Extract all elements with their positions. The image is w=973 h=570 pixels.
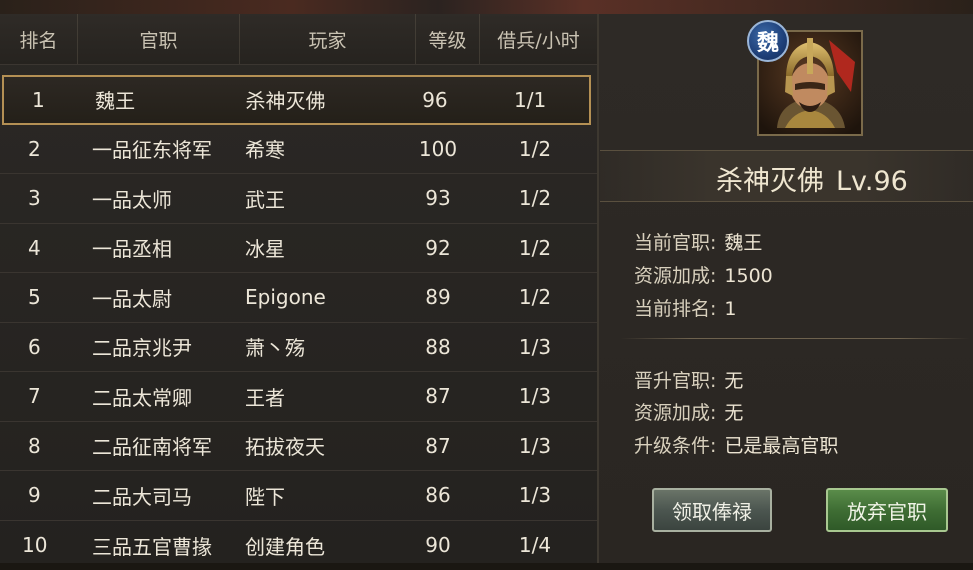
row-borrow: 1/3 <box>475 422 595 471</box>
row-borrow: 1/2 <box>475 273 595 322</box>
row-title: 一品丞相 <box>78 224 231 273</box>
row-title: 魏王 <box>81 77 231 123</box>
player-name: 杀神灭佛 <box>716 166 824 197</box>
row-level: 89 <box>401 273 475 322</box>
row-level: 92 <box>401 224 475 273</box>
row-level: 87 <box>401 372 475 421</box>
row-player: 杀神灭佛 <box>232 77 399 123</box>
row-level: 86 <box>401 471 475 520</box>
row-player: Epigone <box>231 273 401 322</box>
row-borrow: 1/2 <box>475 224 595 273</box>
row-borrow: 1/3 <box>475 323 595 372</box>
row-level: 96 <box>399 77 472 123</box>
row-player: 王者 <box>231 372 401 421</box>
table-row[interactable]: 2 一品征东将军 希寒 100 1/2 <box>0 125 597 175</box>
resource-bonus-value: 1500 <box>724 265 772 287</box>
row-level: 88 <box>401 323 475 372</box>
table-row[interactable]: 7 二品太常卿 王者 87 1/3 <box>0 372 597 422</box>
table-row[interactable]: 5 一品太尉 Epigone 89 1/2 <box>0 273 597 323</box>
row-title: 二品征南将军 <box>78 422 231 471</box>
row-title: 二品太常卿 <box>78 372 231 421</box>
promote-title-label: 晋升官职: <box>634 370 716 392</box>
header-title: 官职 <box>78 14 240 64</box>
upgrade-cond-label: 升级条件: <box>634 435 716 457</box>
row-rank: 7 <box>0 372 78 421</box>
current-rank-label: 当前排名: <box>634 298 716 320</box>
row-rank: 3 <box>0 174 78 223</box>
row-rank: 9 <box>0 471 78 520</box>
row-borrow: 1/2 <box>475 174 595 223</box>
promote-bonus-value: 无 <box>724 402 743 424</box>
promote-title-value: 无 <box>724 370 743 392</box>
player-name-level: 杀神灭佛 Lv.96 <box>716 159 908 198</box>
row-player: 拓拔夜天 <box>231 422 401 471</box>
info-divider <box>620 338 970 339</box>
table-row[interactable]: 4 一品丞相 冰星 92 1/2 <box>0 224 597 274</box>
kingdom-badge: 魏 <box>747 20 789 62</box>
table-header: 排名 官职 玩家 等级 借兵/小时 <box>0 14 597 65</box>
table-row[interactable]: 3 一品太师 武王 93 1/2 <box>0 174 597 224</box>
row-title: 一品太师 <box>78 174 231 223</box>
row-title: 二品京兆尹 <box>78 323 231 372</box>
resource-bonus-label: 资源加成: <box>634 265 716 287</box>
row-borrow: 1/3 <box>475 471 595 520</box>
row-borrow: 1/2 <box>475 125 595 174</box>
table-row[interactable]: 6 二品京兆尹 萧丶殇 88 1/3 <box>0 323 597 373</box>
upgrade-cond-value: 已是最高官职 <box>724 435 838 457</box>
player-level: Lv.96 <box>836 166 908 197</box>
row-title: 一品征东将军 <box>78 125 231 174</box>
header-level: 等级 <box>416 14 480 64</box>
row-level: 100 <box>401 125 475 174</box>
row-player: 武王 <box>231 174 401 223</box>
row-title: 二品大司马 <box>78 471 231 520</box>
table-row[interactable]: 8 二品征南将军 拓拔夜天 87 1/3 <box>0 422 597 472</box>
row-player: 萧丶殇 <box>231 323 401 372</box>
row-level: 87 <box>401 422 475 471</box>
collect-salary-button[interactable]: 领取俸禄 <box>652 488 772 532</box>
abandon-title-button[interactable]: 放弃官职 <box>826 488 948 532</box>
resource-bonus-line: 资源加成: 1500 <box>634 261 773 288</box>
row-rank: 4 <box>0 224 78 273</box>
row-player: 冰星 <box>231 224 401 273</box>
row-title: 一品太尉 <box>78 273 231 322</box>
ranking-list: 1 魏王 杀神灭佛 96 1/1 2 一品征东将军 希寒 100 1/2 3 一… <box>0 75 597 570</box>
upgrade-cond-line: 升级条件: 已是最高官职 <box>634 431 838 458</box>
row-rank: 2 <box>0 125 78 174</box>
current-title-label: 当前官职: <box>634 232 716 254</box>
row-player: 希寒 <box>231 125 401 174</box>
current-title-value: 魏王 <box>724 232 762 254</box>
row-rank: 6 <box>0 323 78 372</box>
row-rank: 1 <box>4 77 81 123</box>
table-row[interactable]: 1 魏王 杀神灭佛 96 1/1 <box>2 75 591 125</box>
promote-bonus-label: 资源加成: <box>634 402 716 424</box>
row-rank: 5 <box>0 273 78 322</box>
table-row[interactable]: 9 二品大司马 陛下 86 1/3 <box>0 471 597 521</box>
current-rank-value: 1 <box>724 298 736 320</box>
row-player: 陛下 <box>231 471 401 520</box>
header-borrow: 借兵/小时 <box>480 14 597 64</box>
promote-title-line: 晋升官职: 无 <box>634 366 743 393</box>
row-borrow: 1/3 <box>475 372 595 421</box>
row-level: 93 <box>401 174 475 223</box>
header-player: 玩家 <box>240 14 416 64</box>
current-title-line: 当前官职: 魏王 <box>634 228 762 255</box>
promote-bonus-line: 资源加成: 无 <box>634 398 743 425</box>
current-rank-line: 当前排名: 1 <box>634 294 737 321</box>
row-rank: 8 <box>0 422 78 471</box>
row-borrow: 1/1 <box>471 77 589 123</box>
top-decoration-strip <box>0 0 973 14</box>
header-rank: 排名 <box>0 14 78 64</box>
